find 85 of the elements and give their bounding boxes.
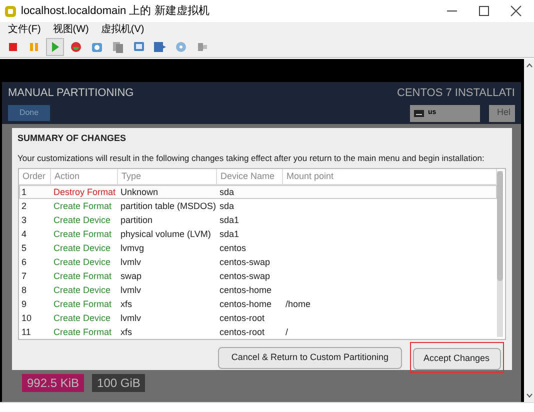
column-header[interactable]: Type [118, 169, 216, 184]
table-cell-text: 9 [20, 298, 28, 310]
table-cell-text: lvmlv [120, 312, 142, 324]
table-cell-text: /home [284, 298, 312, 310]
table-cell-text: sda1 [218, 214, 240, 226]
table-cell-text: / [284, 326, 290, 338]
accept-button[interactable]: Accept Changes [412, 348, 500, 370]
table-cell-text: Create Format [52, 200, 113, 212]
table-row[interactable]: 10 Create Device lvmlv centos-root [18, 311, 496, 326]
scrollbar[interactable] [496, 171, 502, 338]
keyboard-icon [414, 110, 424, 116]
table-cell-text: xfs [120, 298, 134, 310]
table-cell-text: centos-root [218, 326, 266, 338]
table-row[interactable]: 1 Destroy Format Unknown sda [18, 185, 496, 200]
table-cell-text: physical volume (LVM) [120, 228, 212, 241]
table-cell-text: Create Device [52, 214, 112, 226]
dialog-title: SUMMARY OF CHANGES [18, 132, 128, 145]
table-cell-text: centos [218, 242, 248, 254]
table-cell-text: xfs [120, 326, 134, 338]
size-badge: 992.5 KiB [22, 374, 84, 392]
table-cell-text: sda [218, 200, 236, 212]
menu-item[interactable]: 虚拟机(V) [100, 22, 144, 36]
table-cell-text: 1 [20, 186, 28, 198]
table-cell-text: Create Device [52, 284, 112, 296]
table-cell-text: 4 [20, 228, 28, 240]
table-cell-text: centos-home [218, 284, 273, 296]
table-cell-text: partition table (MSDOS) [120, 200, 218, 213]
table-cell-text: 10 [20, 312, 33, 324]
table-cell-text: Create Format [52, 228, 113, 240]
window-title: localhost.localdomain 上的 新建虚拟机 [21, 4, 210, 19]
scroll-down-icon[interactable] [526, 393, 532, 398]
table-cell-text: 6 [20, 256, 28, 268]
table-cell-text: sda1 [218, 228, 240, 240]
dialog-description: Your customizations will result in the following changes taking effect after you return to the main menu and begin installation: [18, 152, 486, 164]
floppy-icon [153, 40, 167, 54]
product-title: CENTOS 7 INSTALLATI [397, 86, 515, 101]
scroll-up-icon[interactable] [526, 63, 532, 68]
table-cell-text: Create Device [52, 312, 112, 324]
table-cell-text: sda [218, 186, 236, 198]
table-cell-text: Create Device [52, 256, 112, 268]
copy-icon [111, 40, 125, 54]
table-row[interactable]: 8 Create Device lvmlv centos-home [18, 283, 496, 298]
table-row[interactable]: 6 Create Device lvmlv centos-swap [18, 255, 496, 270]
reset-icon [69, 40, 83, 54]
table-cell-text: Destroy Format [52, 186, 117, 199]
monitor-icon [132, 40, 146, 54]
table-cell-text: lvmlv [120, 256, 142, 268]
column-header[interactable]: Action [50, 169, 118, 184]
table-cell-text: 8 [20, 284, 28, 296]
screen-title: MANUAL PARTITIONING [8, 86, 134, 101]
table-row[interactable]: 7 Create Format swap centos-swap [18, 269, 496, 284]
disc-icon [174, 40, 188, 54]
table-cell-text: centos-root [218, 312, 266, 324]
table-row[interactable]: 2 Create Format partition table (MSDOS) sda [18, 199, 496, 214]
table-cell-text: centos-swap [218, 256, 272, 269]
table-cell-text: 5 [20, 242, 28, 254]
table-row[interactable]: 5 Create Device lvmvg centos [18, 241, 496, 256]
table-cell-text: 7 [20, 270, 28, 282]
size-badge: 100 GiB [92, 374, 146, 392]
cancel-button[interactable]: Cancel & Return to Custom Partitioning [218, 346, 402, 369]
table-cell-text: Unknown [120, 186, 160, 198]
table-cell-text: 3 [20, 214, 28, 226]
menu-item[interactable]: 文件(F) [8, 22, 41, 36]
table-cell-text: centos-swap [218, 270, 272, 283]
menu-item[interactable]: 视图(W) [52, 22, 89, 36]
table-row[interactable]: 4 Create Format physical volume (LVM) sda1 [18, 227, 496, 242]
table-row[interactable]: 9 Create Format xfs centos-home /home [18, 297, 496, 312]
table-cell-text: swap [120, 270, 143, 283]
table-cell-text: 2 [20, 200, 28, 212]
table-cell-text: Create Device [52, 242, 112, 254]
table-cell-text: lvmlv [120, 284, 142, 296]
app-icon [4, 4, 17, 18]
table-cell-text: Create Format [52, 298, 113, 310]
table-cell-text: partition [120, 214, 154, 227]
table-cell-text: centos-home [218, 298, 273, 310]
table-row[interactable]: 11 Create Format xfs centos-root / [18, 325, 496, 340]
column-header[interactable]: Order [18, 169, 50, 184]
table-cell-text: lvmvg [120, 242, 146, 255]
toolbar-button[interactable] [46, 38, 64, 56]
table-cell-text: Create Format [52, 326, 113, 338]
table-cell-text: Create Format [52, 270, 113, 282]
table-row[interactable]: 3 Create Device partition sda1 [18, 213, 496, 228]
column-header[interactable]: Device Name [216, 169, 282, 184]
table-cell-text: 11 [20, 326, 32, 338]
vertical-scrollbar[interactable] [524, 59, 534, 402]
